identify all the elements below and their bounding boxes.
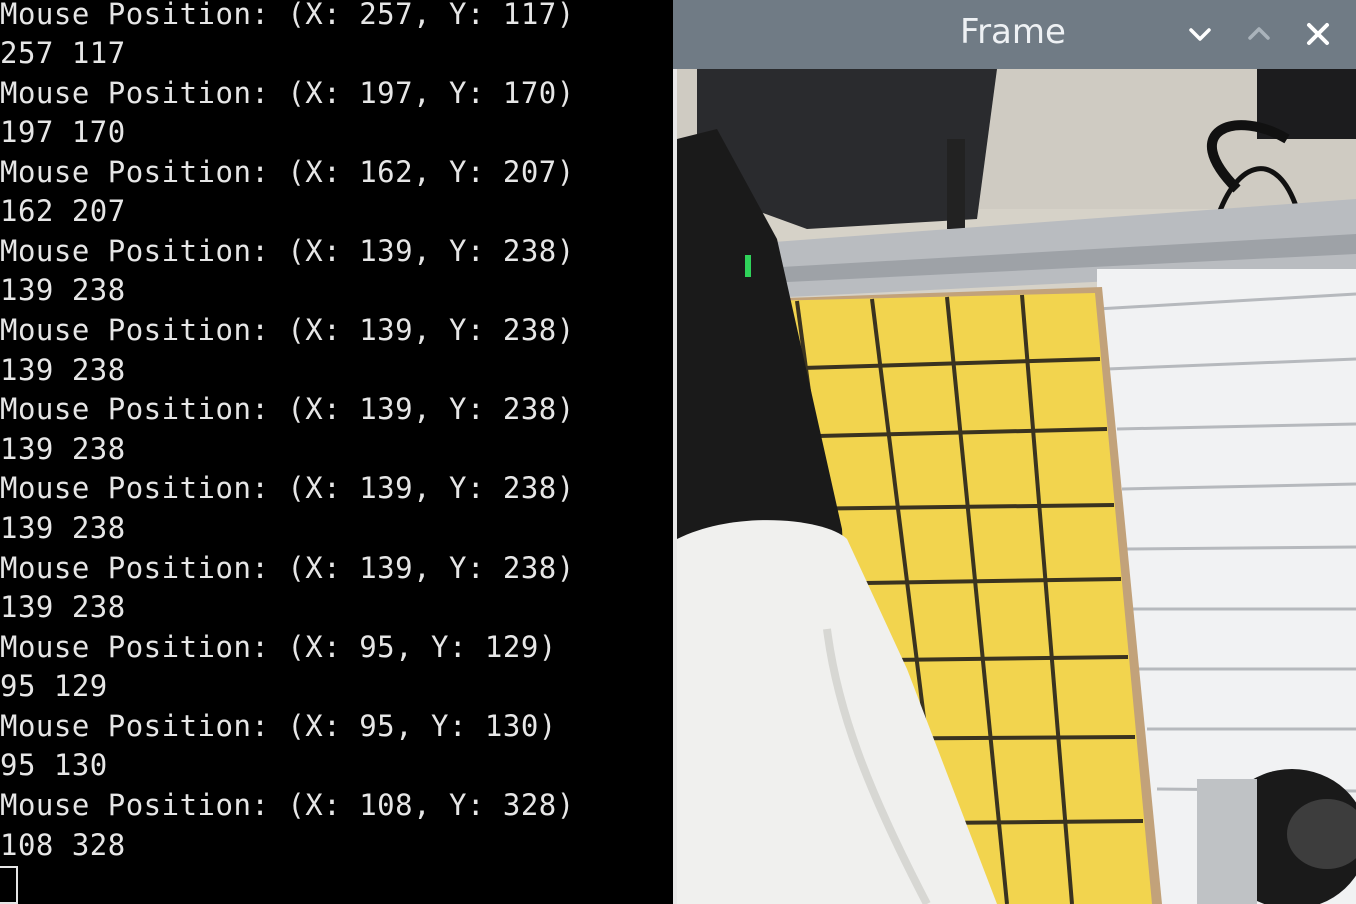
terminal-line: 139 238: [0, 590, 126, 624]
terminal-line: Mouse Position: (X: 257, Y: 117): [0, 0, 575, 31]
maximize-button[interactable]: [1239, 14, 1279, 54]
terminal-line: Mouse Position: (X: 139, Y: 238): [0, 471, 575, 505]
terminal-line: Mouse Position: (X: 108, Y: 328): [0, 788, 575, 822]
terminal-line: 139 238: [0, 273, 126, 307]
terminal-line: Mouse Position: (X: 139, Y: 238): [0, 313, 575, 347]
terminal-line: 95 130: [0, 748, 108, 782]
close-icon: [1307, 23, 1329, 45]
terminal[interactable]: Mouse Position: (X: 257, Y: 117) 257 117…: [0, 0, 673, 904]
frame-window[interactable]: Frame: [673, 0, 1356, 904]
window-titlebar[interactable]: Frame: [673, 0, 1356, 69]
terminal-line: 95 129: [0, 669, 108, 703]
terminal-line: Mouse Position: (X: 139, Y: 238): [0, 551, 575, 585]
terminal-cursor: [0, 866, 18, 904]
terminal-line: Mouse Position: (X: 139, Y: 238): [0, 234, 575, 268]
terminal-line: Mouse Position: (X: 162, Y: 207): [0, 155, 575, 189]
terminal-line: 139 238: [0, 511, 126, 545]
camera-scene: [677, 69, 1356, 904]
terminal-line: 197 170: [0, 115, 126, 149]
minimize-button[interactable]: [1180, 14, 1220, 54]
terminal-line: 108 328: [0, 828, 126, 862]
terminal-line: 139 238: [0, 353, 126, 387]
terminal-line: Mouse Position: (X: 197, Y: 170): [0, 76, 575, 110]
chevron-up-icon: [1248, 27, 1270, 40]
window-title: Frame: [960, 12, 1066, 52]
terminal-line: Mouse Position: (X: 95, Y: 129): [0, 630, 557, 664]
camera-frame-image[interactable]: [677, 69, 1356, 904]
terminal-line: 257 117: [0, 36, 126, 70]
chevron-down-icon: [1189, 28, 1211, 41]
terminal-line: 162 207: [0, 194, 126, 228]
close-button[interactable]: [1298, 14, 1338, 54]
terminal-line: Mouse Position: (X: 95, Y: 130): [0, 709, 557, 743]
terminal-line: 139 238: [0, 432, 126, 466]
terminal-line: Mouse Position: (X: 139, Y: 238): [0, 392, 575, 426]
